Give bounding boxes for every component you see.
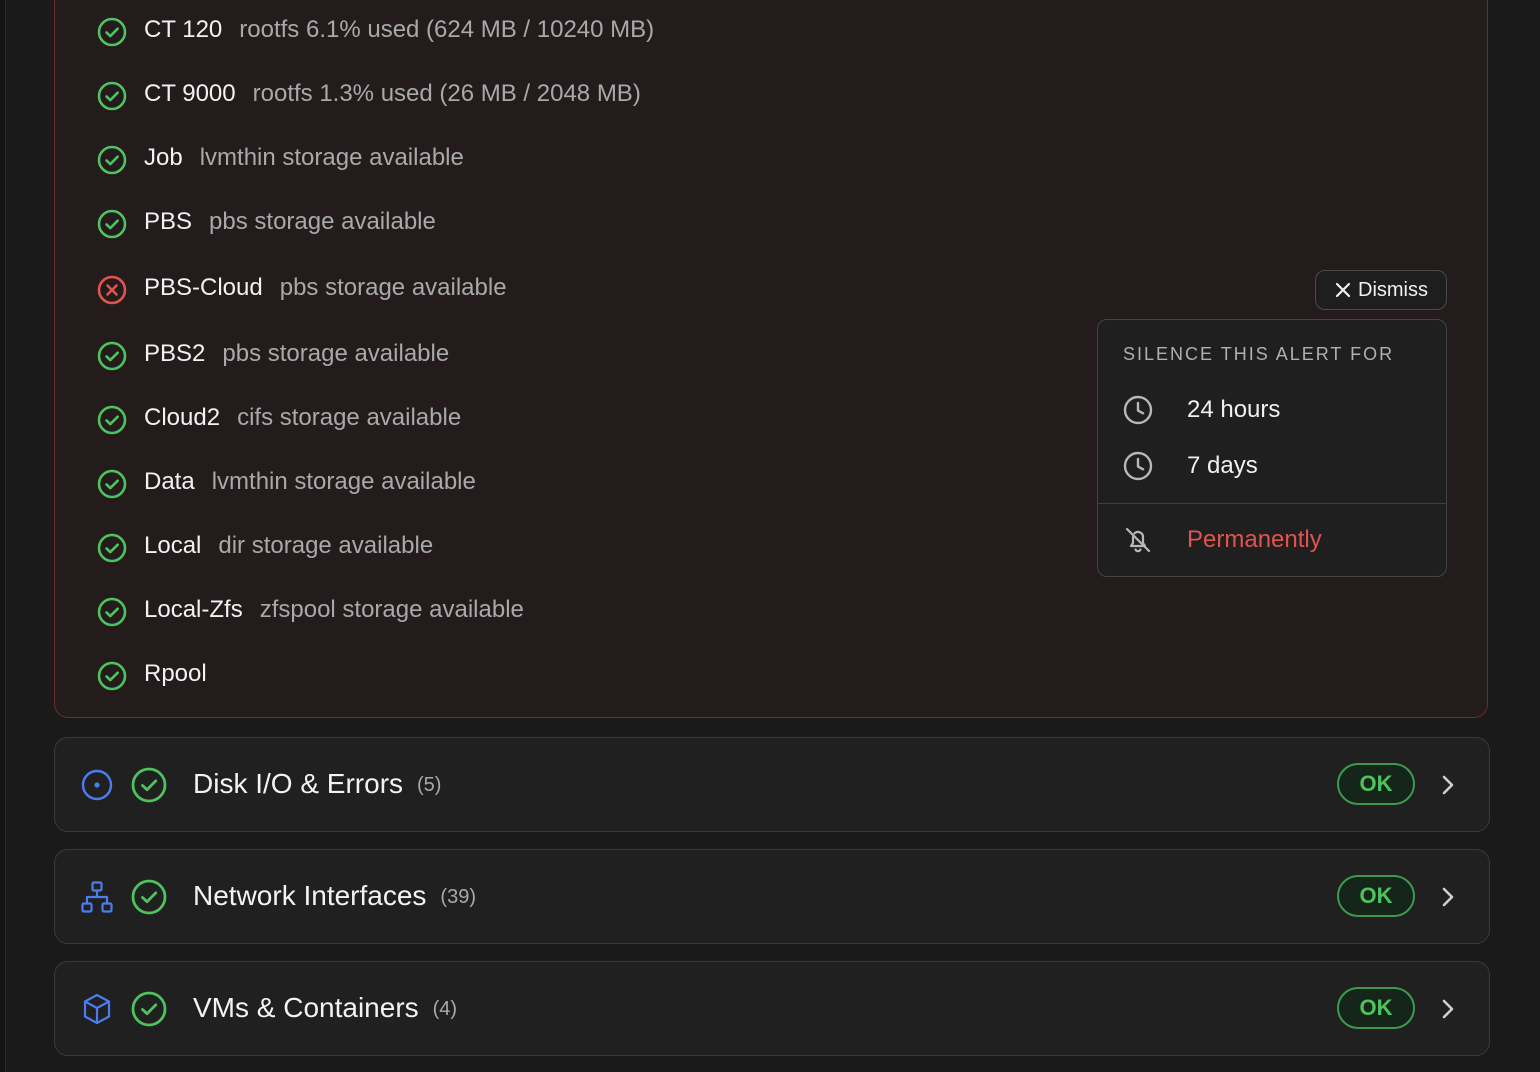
storage-name: Job [144,144,183,171]
storage-detail: lvmthin storage available [211,468,476,495]
chevron-right-icon [1442,775,1454,795]
storage-name: CT 9000 [144,80,236,107]
check-circle-icon [97,469,127,499]
status-badge: OK [1337,987,1415,1029]
check-circle-icon [97,81,127,111]
section-title: Network Interfaces (39) [193,880,476,911]
clock-icon [1123,395,1153,425]
storage-row-rpool: Rpool [96,656,996,692]
storage-row-pbs2: PBS2 pbs storage available [96,336,996,372]
section-disk-io-errors[interactable]: Disk I/O & Errors (5) OK [54,737,1490,832]
cube-icon [83,993,111,1025]
storage-name: CT 120 [144,16,223,43]
close-icon [1335,282,1351,298]
chevron-right-icon [1442,999,1454,1019]
storage-name: Local-Zfs [144,596,243,623]
check-circle-icon [97,145,127,175]
storage-row-local: Local dir storage available [96,528,996,564]
storage-name: Rpool [144,660,207,687]
storage-detail: zfspool storage available [259,596,524,623]
page-edge [0,0,6,1072]
section-count: (39) [440,886,476,908]
section-title: VMs & Containers (4) [193,992,458,1023]
bell-off-icon [1125,527,1151,553]
storage-detail: pbs storage available [279,274,507,301]
storage-detail: dir storage available [218,532,434,559]
storage-name: Data [144,468,195,495]
silence-24-hours-option[interactable]: 24 hours [1098,386,1446,434]
check-circle-icon [97,341,127,371]
storage-row-ct-9000: CT 9000 rootfs 1.3% used (26 MB / 2048 M… [96,76,996,112]
storage-detail: pbs storage available [209,208,436,235]
storage-row-local-zfs: Local-Zfs zfspool storage available [96,592,996,628]
storage-name: Local [144,532,202,559]
clock-icon [1123,451,1153,481]
option-label: 24 hours [1187,396,1281,423]
check-circle-icon [131,991,167,1027]
storage-detail: pbs storage available [222,340,450,367]
storage-row-job: Job lvmthin storage available [96,140,996,176]
silence-menu-heading: SILENCE THIS ALERT FOR [1123,344,1395,364]
storage-detail: lvmthin storage available [199,144,464,171]
storage-row-ct-120: CT 120 rootfs 6.1% used (624 MB / 10240 … [96,12,996,48]
check-circle-icon [97,533,127,563]
dismiss-button[interactable]: Dismiss [1315,270,1447,310]
check-circle-icon [131,879,167,915]
option-label: 7 days [1187,452,1258,479]
check-circle-icon [97,405,127,435]
check-circle-icon [97,597,127,627]
storage-detail: rootfs 1.3% used (26 MB / 2048 MB) [252,80,641,107]
storage-row-cloud2: Cloud2 cifs storage available [96,400,996,436]
silence-7-days-option[interactable]: 7 days [1098,442,1446,490]
storage-name: Cloud2 [144,404,221,431]
storage-row-data: Data lvmthin storage available [96,464,996,500]
section-vms-containers[interactable]: VMs & Containers (4) OK [54,961,1490,1056]
storage-detail: rootfs 6.1% used (624 MB / 10240 MB) [239,16,655,43]
network-icon [81,881,113,913]
status-badge: OK [1337,763,1415,805]
storage-detail: cifs storage available [237,404,462,431]
storage-row-pbs-cloud: PBS-Cloud pbs storage available [96,270,996,306]
dismiss-label: Dismiss [1358,278,1428,301]
option-label: Permanently [1187,526,1322,553]
storage-row-pbs: PBS pbs storage available [96,204,996,240]
check-circle-icon [97,661,127,691]
section-title: Disk I/O & Errors (5) [193,768,442,799]
section-count: (4) [432,998,458,1020]
disk-icon [81,769,113,801]
storage-name: PBS-Cloud [144,274,263,301]
section-network-interfaces[interactable]: Network Interfaces (39) OK [54,849,1490,944]
section-count: (5) [417,774,442,796]
chevron-right-icon [1442,887,1454,907]
error-circle-icon [97,275,127,305]
silence-alert-menu: SILENCE THIS ALERT FOR 24 hours 7 days P… [1097,319,1447,577]
check-circle-icon [97,17,127,47]
check-circle-icon [97,209,127,239]
menu-divider [1098,503,1446,504]
storage-name: PBS2 [144,340,206,367]
check-circle-icon [131,767,167,803]
status-badge: OK [1337,875,1415,917]
silence-permanently-option[interactable]: Permanently [1098,516,1446,564]
storage-name: PBS [144,208,193,235]
